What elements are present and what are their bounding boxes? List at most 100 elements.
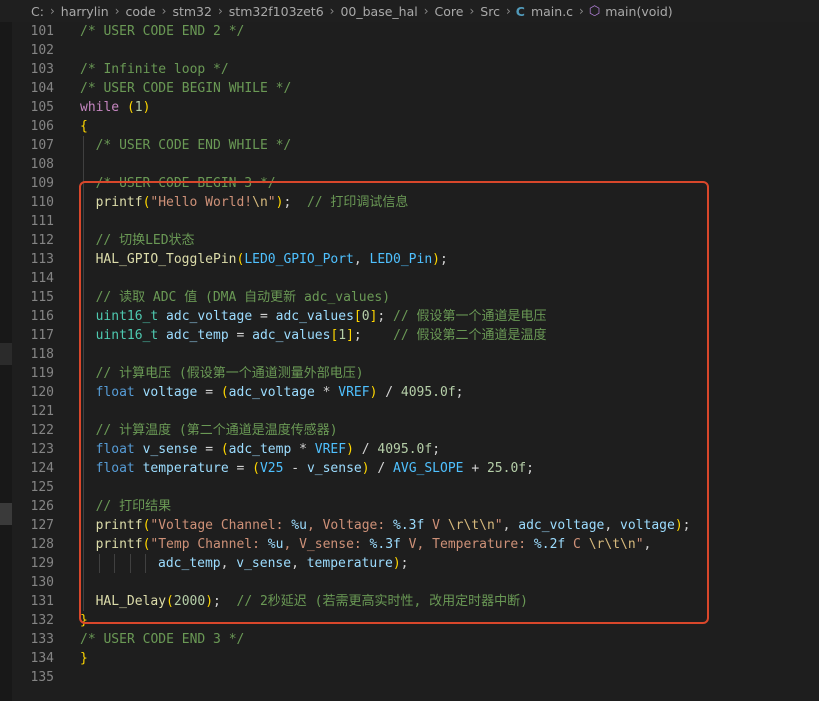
code-line[interactable]: 111 bbox=[0, 212, 819, 231]
code-line[interactable]: 121 bbox=[0, 402, 819, 421]
code-text: { bbox=[80, 119, 88, 134]
code-line[interactable]: 122 // 计算温度 (第二个通道是温度传感器) bbox=[0, 421, 819, 440]
code-text: // 打印结果 bbox=[95, 499, 172, 514]
indent-guide bbox=[83, 288, 84, 307]
code-line[interactable]: 125 bbox=[0, 478, 819, 497]
indent-guide bbox=[83, 554, 84, 573]
chevron-right-icon: › bbox=[329, 4, 335, 18]
code-line[interactable]: 114 bbox=[0, 269, 819, 288]
indent-guide bbox=[83, 497, 84, 516]
breadcrumb-item[interactable]: harrylin bbox=[60, 4, 110, 19]
line-number: 129 bbox=[30, 556, 54, 571]
code-line[interactable]: 135 bbox=[0, 668, 819, 687]
line-number: 131 bbox=[30, 594, 54, 609]
breadcrumb-item[interactable]: stm32f103zet6 bbox=[228, 4, 325, 19]
code-line[interactable]: 109 /* USER CODE BEGIN 3 */ bbox=[0, 174, 819, 193]
code-text: /* USER CODE BEGIN 3 */ bbox=[95, 176, 276, 191]
code-line[interactable]: 123 float v_sense = (adc_temp * VREF) / 4… bbox=[0, 440, 819, 459]
indent-guide bbox=[83, 421, 84, 440]
code-line[interactable]: 110 printf("Hello World!\n"); // 打印调试信息 bbox=[0, 193, 819, 212]
code-line[interactable]: 128 printf("Temp Channel: %u, V_sense: %.… bbox=[0, 535, 819, 554]
line-number: 134 bbox=[30, 651, 54, 666]
line-number: 106 bbox=[30, 119, 54, 134]
code-text: while (1) bbox=[80, 100, 151, 115]
line-number: 119 bbox=[30, 366, 54, 381]
code-line[interactable]: 105 while (1) bbox=[0, 98, 819, 117]
code-editor[interactable]: 100HAL_ADC_Start_DMA(&hadc1,(uint32_t*)a… bbox=[0, 3, 819, 687]
code-line[interactable]: 131 HAL_Delay(2000); // 2秒延迟 (若需更高实时性, 改用… bbox=[0, 592, 819, 611]
code-line[interactable]: 124 float temperature = (V25 - v_sense) /… bbox=[0, 459, 819, 478]
line-number: 125 bbox=[30, 480, 54, 495]
code-line[interactable]: 127 printf("Voltage Channel: %u, Voltage:… bbox=[0, 516, 819, 535]
chevron-right-icon: › bbox=[114, 4, 120, 18]
indent-guide bbox=[83, 383, 84, 402]
line-number: 102 bbox=[30, 43, 54, 58]
code-line[interactable]: 102 bbox=[0, 41, 819, 60]
chevron-right-icon: › bbox=[469, 4, 475, 18]
code-line[interactable]: 101 /* USER CODE END 2 */ bbox=[0, 22, 819, 41]
code-text: float temperature = (V25 - v_sense) / AV… bbox=[95, 461, 534, 476]
chevron-right-icon: › bbox=[49, 4, 55, 18]
breadcrumb-item[interactable]: Src bbox=[479, 4, 501, 19]
indent-guide bbox=[83, 516, 84, 535]
code-text: HAL_GPIO_TogglePin(LED0_GPIO_Port, LED0_… bbox=[95, 252, 448, 267]
c-file-icon: C bbox=[515, 3, 525, 19]
indent-guide bbox=[83, 535, 84, 554]
breadcrumb-item[interactable]: Core bbox=[434, 4, 465, 19]
code-text: uint16_t adc_voltage = adc_values[0]; //… bbox=[95, 309, 547, 324]
line-number: 110 bbox=[30, 195, 54, 210]
code-line[interactable]: 106 { bbox=[0, 117, 819, 136]
indent-guide bbox=[83, 326, 84, 345]
code-line[interactable]: 130 bbox=[0, 573, 819, 592]
code-line[interactable]: 113 HAL_GPIO_TogglePin(LED0_GPIO_Port, LE… bbox=[0, 250, 819, 269]
line-number: 117 bbox=[30, 328, 54, 343]
indent-guide bbox=[83, 573, 84, 592]
breadcrumb-item[interactable]: stm32 bbox=[171, 4, 213, 19]
code-line[interactable]: 107 /* USER CODE END WHILE */ bbox=[0, 136, 819, 155]
indent-guide bbox=[83, 269, 84, 288]
code-line[interactable]: 118 bbox=[0, 345, 819, 364]
code-line[interactable]: 112 // 切换LED状态 bbox=[0, 231, 819, 250]
indent-guide bbox=[145, 554, 147, 573]
line-number: 123 bbox=[30, 442, 54, 457]
line-number: 113 bbox=[30, 252, 54, 267]
indent-guide bbox=[83, 193, 84, 212]
code-text: // 切换LED状态 bbox=[95, 233, 195, 248]
code-text: // 读取 ADC 值 (DMA 自动更新 adc_values) bbox=[95, 290, 391, 305]
line-number: 127 bbox=[30, 518, 54, 533]
breadcrumb-item[interactable]: 00_base_hal bbox=[339, 4, 418, 19]
code-line[interactable]: 120 float voltage = (adc_voltage * VREF) … bbox=[0, 383, 819, 402]
code-line[interactable]: 132} bbox=[0, 611, 819, 630]
code-text: // 计算电压 (假设第一个通道测量外部电压) bbox=[95, 366, 364, 381]
code-line[interactable]: 129 adc_temp, v_sense, temperature); bbox=[0, 554, 819, 573]
line-number: 115 bbox=[30, 290, 54, 305]
breadcrumb-file[interactable]: main.c bbox=[530, 4, 574, 19]
breadcrumb-item[interactable]: code bbox=[125, 4, 157, 19]
breadcrumb-symbol[interactable]: main(void) bbox=[604, 4, 673, 19]
line-number: 133 bbox=[30, 632, 54, 647]
line-number: 132 bbox=[30, 613, 54, 628]
code-line[interactable]: 108 bbox=[0, 155, 819, 174]
line-number: 107 bbox=[30, 138, 54, 153]
code-text: /* Infinite loop */ bbox=[80, 62, 229, 77]
code-line[interactable]: 119 // 计算电压 (假设第一个通道测量外部电压) bbox=[0, 364, 819, 383]
code-line[interactable]: 104 /* USER CODE BEGIN WHILE */ bbox=[0, 79, 819, 98]
code-line[interactable]: 116 uint16_t adc_voltage = adc_values[0];… bbox=[0, 307, 819, 326]
indent-guide bbox=[83, 155, 84, 174]
line-number: 124 bbox=[30, 461, 54, 476]
line-number: 108 bbox=[30, 157, 54, 172]
code-text: /* USER CODE BEGIN WHILE */ bbox=[80, 81, 292, 96]
breadcrumb-item[interactable]: C: bbox=[30, 4, 45, 19]
line-number: 135 bbox=[30, 670, 54, 685]
code-text: } bbox=[80, 651, 88, 666]
code-line[interactable]: 115 // 读取 ADC 值 (DMA 自动更新 adc_values) bbox=[0, 288, 819, 307]
indent-guide bbox=[83, 402, 84, 421]
chevron-right-icon: › bbox=[505, 4, 511, 18]
code-line[interactable]: 103 /* Infinite loop */ bbox=[0, 60, 819, 79]
code-line[interactable]: 117 uint16_t adc_temp = adc_values[1]; //… bbox=[0, 326, 819, 345]
indent-guide bbox=[83, 250, 84, 269]
code-line[interactable]: 126 // 打印结果 bbox=[0, 497, 819, 516]
line-number: 111 bbox=[30, 214, 54, 229]
code-line[interactable]: 134} bbox=[0, 649, 819, 668]
code-line[interactable]: 133 /* USER CODE END 3 */ bbox=[0, 630, 819, 649]
